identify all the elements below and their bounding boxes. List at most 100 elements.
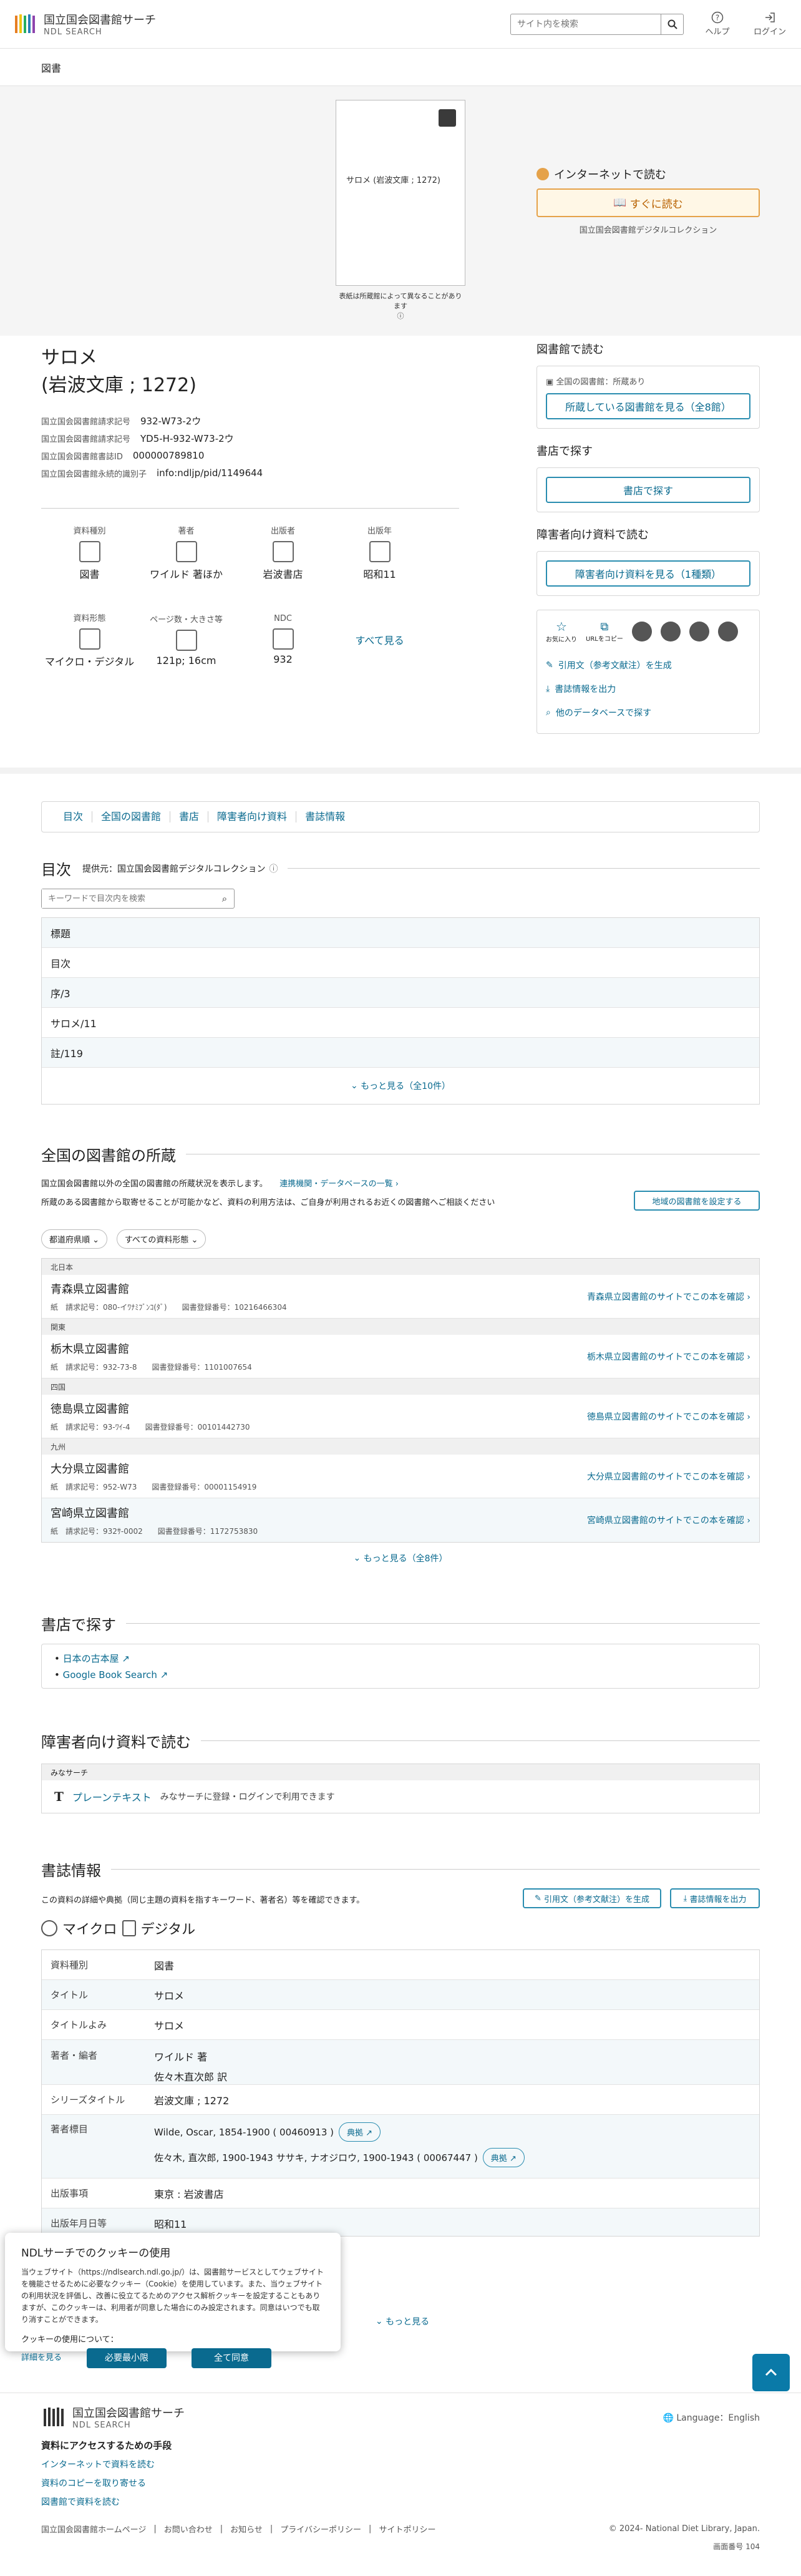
footer-bottom-link[interactable]: 国立国会図書館ホームページ (41, 2523, 146, 2535)
site-logo[interactable]: 国立国会図書館サーチ NDL SEARCH (12, 11, 156, 37)
book-cover[interactable]: サロメ (岩波文庫 ; 1272) (336, 100, 465, 286)
copy-url-button[interactable]: ⧉ URLをコピー (586, 620, 623, 643)
see-all-link[interactable]: すべて見る (331, 632, 428, 647)
library-status: ▣ 全国の図書館：所蔵あり (546, 378, 646, 387)
digital-icon (122, 1920, 136, 1936)
bib-more[interactable]: ⌄ もっと見る (349, 2309, 455, 2334)
section-divider (0, 768, 801, 774)
sort-filter[interactable]: 都道府県順 ⌄ (41, 1229, 108, 1249)
toc-row[interactable]: 標題 (42, 918, 759, 948)
download-icon: ⤓ (546, 684, 550, 694)
line-share-icon[interactable] (689, 621, 709, 642)
cookie-details-link[interactable]: 詳細を見る (21, 2351, 62, 2365)
set-region-button[interactable]: 地域の図書館を設定する (634, 1191, 760, 1211)
facebook-share-icon[interactable] (660, 621, 681, 642)
cite-button[interactable]: ✎ 引用文（参考文献注）を生成 (523, 1888, 661, 1908)
tab-libraries[interactable]: 全国の図書館 (92, 811, 171, 822)
record-facets: 資料種別 図書 著者 ワイルド 著ほか 出版者 岩波書店 出版年 昭和11 資料形態 マイ… (41, 508, 459, 683)
toc-row[interactable]: 註/119 (42, 1038, 759, 1068)
facet-publisher[interactable]: 出版者 岩波書店 (235, 524, 331, 581)
tab-bib[interactable]: 書誌情報 (296, 811, 354, 822)
toc-row[interactable]: 序/3 (42, 978, 759, 1008)
library-link[interactable]: 大分県立図書館のサイトでこの本を確認 › (587, 1470, 750, 1483)
source-button[interactable]: 典拠 ↗ (339, 2122, 381, 2142)
toc-row[interactable]: サロメ/11 (42, 1008, 759, 1038)
x-share-icon[interactable] (631, 621, 652, 642)
site-subtitle: NDL SEARCH (44, 27, 102, 37)
facet-size: ページ数・大きさ等 121p; 16cm (150, 615, 223, 666)
site-search-button[interactable] (661, 14, 683, 34)
calendar-icon (369, 540, 391, 562)
author-heading-link[interactable]: 佐々木, 直次郎, 1900-1943 ササキ, ナオジロウ, 1900-194… (154, 2151, 478, 2164)
publisher-link[interactable]: 東京 : 岩波書店 (154, 2186, 224, 2201)
tab-toc[interactable]: 目次 (54, 811, 93, 822)
accessible-source: みなサーチ (42, 1764, 759, 1780)
footer-link[interactable]: インターネットで資料を読む (41, 2460, 155, 2470)
help-button[interactable]: ? ヘルプ (699, 11, 736, 37)
library-link[interactable]: 栃木県立図書館のサイトでこの本を確認 › (587, 1350, 750, 1363)
facet-year: 出版年 昭和11 (363, 526, 396, 580)
library-heading: 図書館で読む (536, 343, 604, 356)
cite-link[interactable]: ✎ 引用文（参考文献注）を生成 (546, 653, 750, 677)
library-link[interactable]: 青森県立図書館のサイトでこの本を確認 › (587, 1290, 750, 1303)
mail-share-icon[interactable] (717, 621, 738, 642)
tab-accessible[interactable]: 障害者向け資料 (208, 811, 297, 822)
site-search-input[interactable] (511, 14, 661, 34)
library-link[interactable]: 宮崎県立図書館のサイトでこの本を確認 › (587, 1514, 750, 1526)
tab-store[interactable]: 書店 (170, 811, 209, 822)
cover-title: サロメ (岩波文庫 ; 1272) (346, 176, 441, 185)
footer-logo[interactable]: 国立国会図書館サーチ NDL SEARCH (41, 2404, 185, 2430)
toc-row[interactable]: 目次 (42, 948, 759, 978)
footer-bottom-link[interactable]: お知らせ (230, 2523, 263, 2535)
breadcrumb: 図書 (0, 49, 801, 86)
ruler-icon (175, 630, 197, 651)
footer-link[interactable]: 図書館で資料を読む (41, 2497, 120, 2507)
bib-intro: この資料の詳細や典拠（同じ主題の資料を指すキーワード、著者名）等を確認できます。 (41, 1896, 365, 1905)
meta-row: 国立国会図書館書誌ID 000000789810 (41, 450, 205, 462)
toc-search-input[interactable] (42, 889, 215, 908)
footer-bottom-link[interactable]: プライバシーポリシー (280, 2523, 361, 2535)
store-link[interactable]: 日本の古本屋 (63, 1653, 119, 1664)
title-link[interactable]: サロメ (154, 1988, 184, 2003)
format-filter[interactable]: すべての資料形態 ⌄ (116, 1229, 206, 1249)
favorite-button[interactable]: ☆ お気に入り (546, 619, 577, 643)
library-panel: ▣ 全国の図書館：所蔵あり 所蔵している図書館を見る（全8館） (536, 366, 760, 429)
read-online-panel: インターネットで読む 📖 すぐに読む 国立国会図書館デジタルコレクション (536, 166, 760, 235)
breadcrumb-item[interactable]: 図書 (41, 60, 61, 75)
store-search-button[interactable]: 書店で探す (546, 477, 750, 503)
accessible-button[interactable]: 障害者向け資料を見る（1種類） (546, 560, 750, 587)
partner-link[interactable]: 連携機関・データベースの一覧 (279, 1179, 392, 1189)
holdings-intro: 国立国会図書館以外の全国の図書館の所蔵状況を表示します。 連携機関・データベース… (41, 1179, 399, 1189)
plain-text-link[interactable]: プレーンテキスト (72, 1789, 152, 1804)
export-button[interactable]: ⤓ 書誌情報を出力 (670, 1888, 760, 1908)
library-link[interactable]: 徳島県立図書館のサイトでこの本を確認 › (587, 1410, 750, 1423)
footer-bottom-link[interactable]: お問い合わせ (164, 2523, 213, 2535)
info-icon[interactable]: ⓘ (269, 862, 278, 875)
language-switch[interactable]: 🌐 Language：English (663, 2411, 760, 2424)
cookie-agree-button[interactable]: 全て同意 (192, 2348, 272, 2368)
source-button[interactable]: 典拠 ↗ (482, 2148, 525, 2167)
store-side-heading: 書店で探す (536, 445, 593, 458)
read-now-button[interactable]: 📖 すぐに読む (536, 188, 760, 217)
login-button[interactable]: ログイン (751, 11, 789, 37)
series-link[interactable]: 岩波文庫 ; 1272 (154, 2092, 229, 2107)
cookie-necessary-button[interactable]: 必要最小限 (87, 2348, 167, 2368)
back-to-top-button[interactable] (752, 2354, 790, 2391)
footer-link[interactable]: 資料のコピーを取り寄せる (41, 2479, 146, 2489)
accessible-side-heading: 障害者向け資料で読む (536, 529, 649, 542)
store-links: • 日本の古本屋 ↗ • Google Book Search ↗ (41, 1644, 760, 1689)
toc-more[interactable]: ⌄ もっと見る（全10件） (42, 1068, 759, 1104)
holdings-more[interactable]: ⌄ もっと見る（全8件） (41, 1544, 760, 1573)
toc-heading: 目次 提供元：国立国会図書館デジタルコレクション ⓘ (41, 857, 760, 879)
author-heading-link[interactable]: Wilde, Oscar, 1854-1900 ( 00460913 ) (154, 2127, 334, 2138)
accessible-row: T プレーンテキスト みなサーチに登録・ログインで利用できます (42, 1780, 759, 1813)
facet-author[interactable]: 著者 ワイルド 著ほか (138, 524, 235, 581)
other-db-link[interactable]: ⌕ 他のデータベースで探す (546, 701, 750, 724)
help-label: ヘルプ (705, 27, 730, 37)
store-link[interactable]: Google Book Search (63, 1669, 157, 1681)
login-icon (765, 12, 775, 22)
library-holdings-button[interactable]: 所蔵している図書館を見る（全8館） (546, 393, 750, 419)
export-link[interactable]: ⤓ 書誌情報を出力 (546, 677, 750, 701)
footer-bottom-link[interactable]: サイトポリシー (379, 2523, 435, 2535)
search-icon[interactable]: ⌕ (215, 889, 234, 908)
